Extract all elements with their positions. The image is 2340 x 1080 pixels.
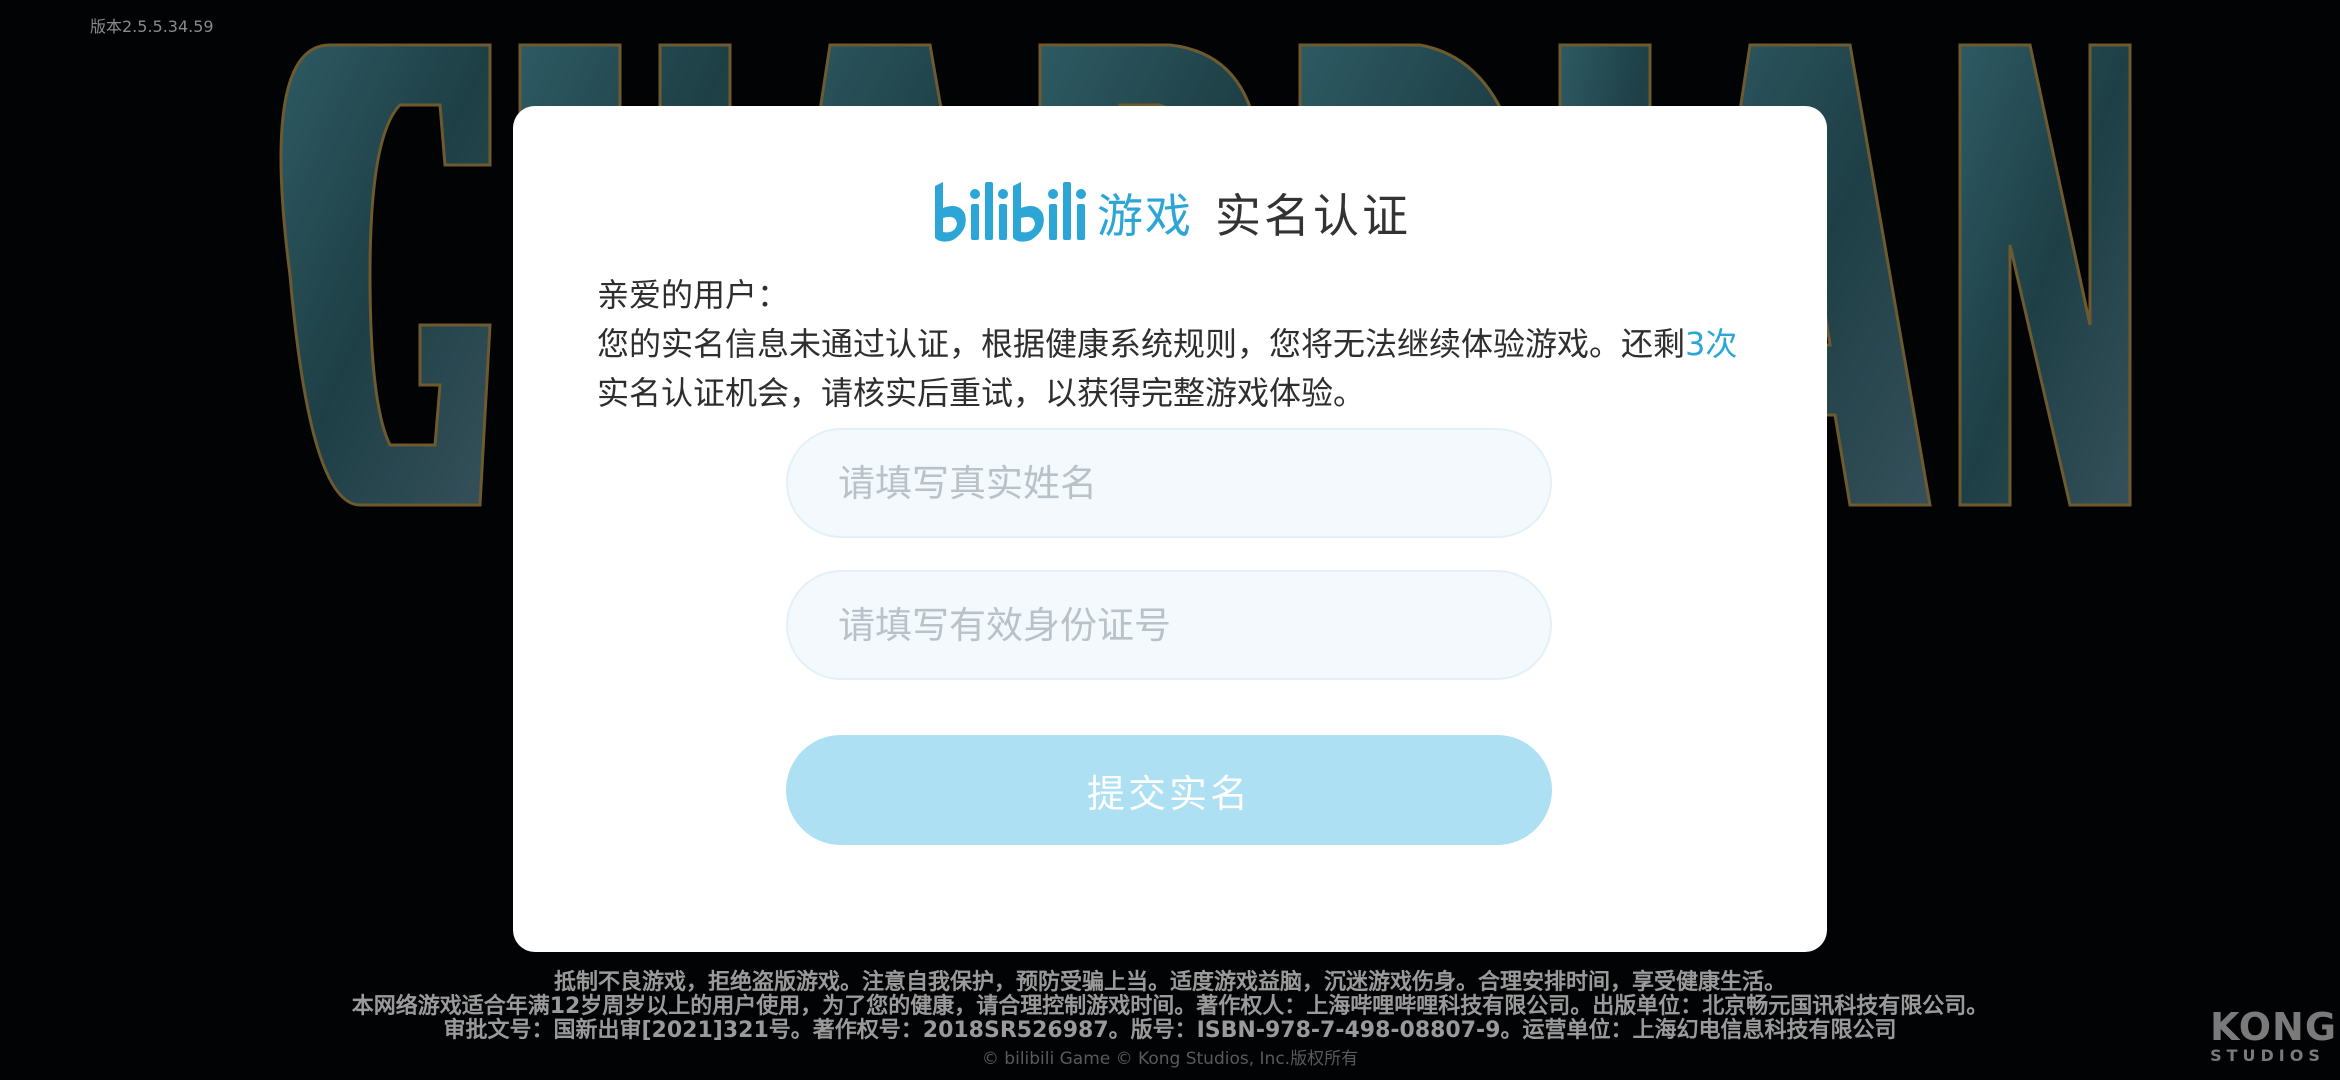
verification-message: 亲爱的用户： 您的实名信息未通过认证，根据健康系统规则，您将无法继续体验游戏。还…	[597, 271, 1747, 418]
game-screen: 版本2.5.5.34.59 游戏 实名认证 亲爱的用户： 您的实名信息未通过认证…	[0, 0, 2340, 1080]
notice-text-before: 您的实名信息未通过认证，根据健康系统规则，您将无法继续体验游戏。还剩	[597, 325, 1686, 363]
id-number-input[interactable]	[786, 570, 1552, 680]
notice-text-after: 实名认证机会，请核实后重试，以获得完整游戏体验。	[597, 374, 1366, 412]
brand-game-label: 游戏	[1097, 189, 1193, 243]
remaining-attempts-count: 3次	[1685, 325, 1738, 363]
bilibili-logo-icon	[935, 182, 1086, 242]
license-notice-line: 审批文号：国新出审[2021]321号。著作权号：2018SR526987。版号…	[443, 1018, 1897, 1043]
greeting-text: 亲爱的用户：	[597, 276, 790, 314]
submit-real-name-button[interactable]: 提交实名	[786, 735, 1552, 845]
copyright-text: © bilibili Game © Kong Studios, Inc.版权所有	[981, 1049, 1359, 1069]
dialog-header: 游戏 实名认证	[513, 168, 1827, 258]
studio-logo-line2: STUDIOS	[2210, 1046, 2325, 1065]
version-label: 版本2.5.5.34.59	[90, 17, 214, 36]
studio-logo-line1: KONG	[2210, 1005, 2338, 1049]
dialog-title: 实名认证	[1215, 189, 1411, 243]
kong-studios-logo: KONG STUDIOS	[2210, 1005, 2338, 1066]
real-name-verification-dialog: 游戏 实名认证 亲爱的用户： 您的实名信息未通过认证，根据健康系统规则，您将无法…	[513, 106, 1827, 952]
real-name-input[interactable]	[786, 428, 1552, 538]
failure-notice-text: 您的实名信息未通过认证，根据健康系统规则，您将无法继续体验游戏。还剩3次实名认证…	[597, 320, 1747, 418]
